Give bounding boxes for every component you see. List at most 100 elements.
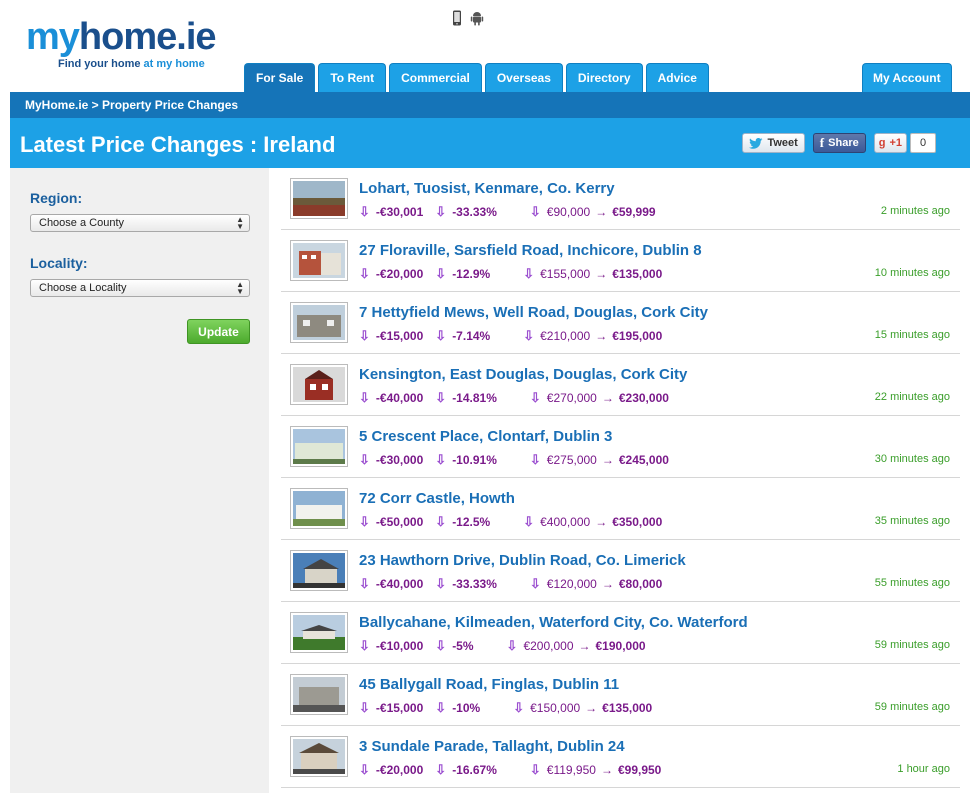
down-arrow-icon: ⇩ [435,204,447,219]
price-change-percent: -12.9% [452,267,491,281]
time-ago: 30 minutes ago [874,453,950,465]
tab-to-rent[interactable]: To Rent [318,63,387,92]
property-thumbnail[interactable] [290,426,348,467]
listing-row[interactable]: 45 Ballygall Road, Finglas, Dublin 11 ⇩ -€… [281,664,960,726]
price-change-percent: -33.33% [452,205,497,219]
property-thumbnail[interactable] [290,178,348,219]
time-ago: 15 minutes ago [874,329,950,341]
listing-row[interactable]: 7 Hettyfield Mews, Well Road, Douglas, C… [281,292,960,354]
title-bar: Latest Price Changes : Ireland Tweet f S… [10,118,970,168]
device-links [452,10,484,26]
price-change-percent: -7.14% [452,329,491,343]
locality-select[interactable]: Choose a Locality ▲ ▼ [30,279,250,297]
old-price: €119,950 [546,763,596,777]
listing-row[interactable]: 23 Hawthorn Drive, Dublin Road, Co. Lime… [281,540,960,602]
google-plus-label: +1 [889,137,902,149]
property-address-link[interactable]: Ballycahane, Kilmeaden, Waterford City, … [359,614,748,631]
update-button[interactable]: Update [187,319,250,344]
property-address-link[interactable]: Lohart, Tuosist, Kenmare, Co. Kerry [359,180,615,197]
mobile-phone-icon[interactable] [452,10,462,26]
down-arrow-icon: ⇩ [435,266,447,281]
listing-row[interactable]: 72 Corr Castle, Howth ⇩ -€50,000 ⇩ -12.5% ⇩ €4… [281,478,960,540]
tab-directory[interactable]: Directory [565,63,643,92]
property-thumbnail[interactable] [290,736,348,777]
down-arrow-icon: ⇩ [513,700,525,715]
tab-for-sale[interactable]: For Sale [244,63,316,92]
tweet-label: Tweet [767,137,798,149]
price-change-list: Lohart, Tuosist, Kenmare, Co. Kerry ⇩ -€30… [281,168,960,788]
property-thumbnail[interactable] [290,550,348,591]
price-change-percent: -10% [452,701,481,715]
price-stats: ⇩ -€10,000 ⇩ -5% ⇩ €200,000 → €190,000 [359,638,646,654]
down-arrow-icon: ⇩ [529,576,541,591]
old-price: €270,000 [546,391,597,405]
right-arrow-icon: → [595,515,608,529]
price-change-amount: -€30,000 [375,453,424,467]
old-price: €275,000 [546,453,597,467]
price-change-percent: -14.81% [452,391,497,405]
listing-row[interactable]: 5 Crescent Place, Clontarf, Dublin 3 ⇩ -€3… [281,416,960,478]
price-stats: ⇩ -€40,000 ⇩ -14.81% ⇩ €270,000 → €230,000 [359,390,669,406]
right-arrow-icon: → [595,267,608,281]
listing-row[interactable]: Ballycahane, Kilmeaden, Waterford City, … [281,602,960,664]
down-arrow-icon: ⇩ [359,452,370,467]
time-ago: 59 minutes ago [874,701,950,713]
facebook-icon: f [819,135,825,150]
time-ago: 10 minutes ago [874,267,950,279]
down-arrow-icon: ⇩ [529,390,541,405]
property-thumbnail[interactable] [290,240,348,281]
tab-overseas[interactable]: Overseas [484,63,563,92]
listing-row[interactable]: 27 Floraville, Sarsfield Road, Inchicore… [281,230,960,292]
old-price: €210,000 [540,329,591,343]
property-thumbnail[interactable] [290,612,348,653]
breadcrumb[interactable]: MyHome.ie > Property Price Changes [10,92,970,118]
share-label: Share [828,137,859,149]
down-arrow-icon: ⇩ [523,328,535,343]
down-arrow-icon: ⇩ [435,514,447,529]
facebook-share-button[interactable]: f Share [812,133,866,153]
property-thumbnail[interactable] [290,302,348,343]
site-logo[interactable]: myhome.ie Find your home at my home [26,16,217,70]
property-address-link[interactable]: 45 Ballygall Road, Finglas, Dublin 11 [359,676,619,693]
price-change-percent: -16.67% [452,763,497,777]
android-icon[interactable] [470,10,484,26]
logo-tagline: Find your home at my home [58,58,205,70]
property-address-link[interactable]: 7 Hettyfield Mews, Well Road, Douglas, C… [359,304,708,321]
new-price: €135,000 [602,701,653,715]
new-price: €245,000 [618,453,669,467]
property-thumbnail[interactable] [290,674,348,715]
my-account-tab[interactable]: My Account [862,63,952,92]
old-price: €120,000 [546,577,597,591]
property-address-link[interactable]: 23 Hawthorn Drive, Dublin Road, Co. Lime… [359,552,686,569]
property-thumbnail[interactable] [290,488,348,529]
listing-row[interactable]: Lohart, Tuosist, Kenmare, Co. Kerry ⇩ -€30… [281,168,960,230]
google-plus-button[interactable]: g +1 [873,133,907,153]
listing-row[interactable]: 3 Sundale Parade, Tallaght, Dublin 24 ⇩ -€… [281,726,960,788]
new-price: €190,000 [595,639,646,653]
property-address-link[interactable]: Kensington, East Douglas, Douglas, Cork … [359,366,687,383]
price-stats: ⇩ -€30,000 ⇩ -10.91% ⇩ €275,000 → €245,000 [359,452,669,468]
price-change-amount: -€50,000 [375,515,424,529]
right-arrow-icon: → [578,639,591,653]
property-thumbnail[interactable] [290,364,348,405]
region-select[interactable]: Choose a County ▲ ▼ [30,214,250,232]
price-change-amount: -€40,000 [375,391,424,405]
time-ago: 1 hour ago [897,763,950,775]
tab-commercial[interactable]: Commercial [389,63,482,92]
listing-row[interactable]: Kensington, East Douglas, Douglas, Cork … [281,354,960,416]
new-price: €99,950 [617,763,662,777]
right-arrow-icon: → [595,329,608,343]
main-nav: For Sale To Rent Commercial Overseas Directo… [244,63,709,92]
logo-home-text: home [78,16,177,58]
property-address-link[interactable]: 72 Corr Castle, Howth [359,490,515,507]
property-address-link[interactable]: 27 Floraville, Sarsfield Road, Inchicore… [359,242,702,259]
price-change-amount: -€20,000 [375,267,424,281]
property-address-link[interactable]: 3 Sundale Parade, Tallaght, Dublin 24 [359,738,625,755]
right-arrow-icon: → [585,701,598,715]
tab-advice[interactable]: Advice [645,63,709,92]
property-address-link[interactable]: 5 Crescent Place, Clontarf, Dublin 3 [359,428,612,445]
tweet-button[interactable]: Tweet [742,133,805,153]
price-change-percent: -10.91% [452,453,497,467]
down-arrow-icon: ⇩ [435,700,447,715]
right-arrow-icon: → [600,763,613,777]
